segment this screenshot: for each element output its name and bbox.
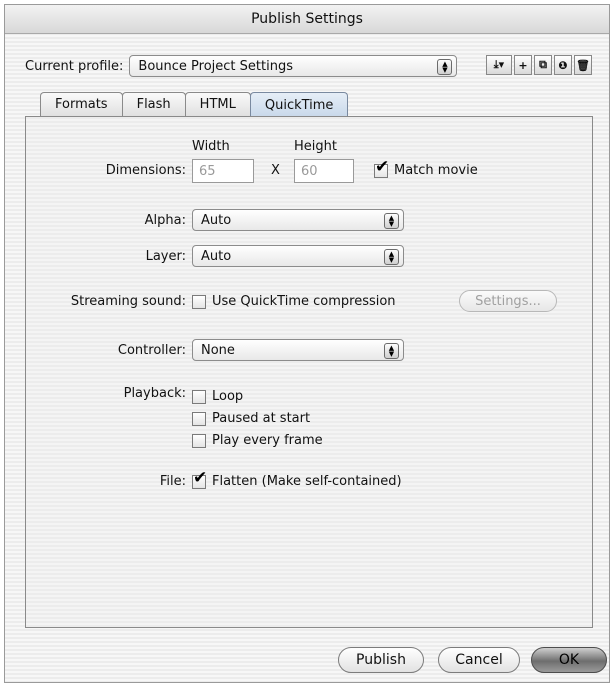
publish-settings-window: Publish Settings Current profile: Bounce… xyxy=(4,4,610,683)
layer-label: Layer: xyxy=(145,249,186,264)
window-title: Publish Settings xyxy=(251,11,363,27)
file-label: File: xyxy=(159,474,186,489)
match-movie-checkbox[interactable]: ✔ xyxy=(374,156,390,178)
tab-flash[interactable]: Flash xyxy=(121,92,186,116)
import-export-icon[interactable]: ⤓▾ xyxy=(486,55,512,75)
quicktime-compression-row[interactable]: Use QuickTime compression xyxy=(192,294,396,309)
streaming-sound-label: Streaming sound: xyxy=(70,294,186,309)
layer-select[interactable]: Auto ▲ ▼ xyxy=(192,245,404,267)
dimension-separator: X xyxy=(271,163,280,178)
paused-at-start-label: Paused at start xyxy=(212,411,311,426)
layer-value: Auto xyxy=(201,248,232,264)
tab-html[interactable]: HTML xyxy=(184,92,251,116)
width-header: Width xyxy=(192,139,230,154)
checkmark-icon: ✔ xyxy=(193,467,208,488)
title-bar: Publish Settings xyxy=(5,5,609,34)
match-movie-row[interactable]: ✔ Match movie xyxy=(374,156,478,178)
trash-icon[interactable]: 🗑 xyxy=(574,55,592,75)
popup-arrows-icon: ▲ ▼ xyxy=(384,249,399,265)
quicktime-panel: Width Height Dimensions: 65 X 60 ✔ Match… xyxy=(25,116,593,628)
paused-at-start-row[interactable]: Paused at start xyxy=(192,411,310,426)
loop-checkbox[interactable] xyxy=(192,389,206,404)
controller-label: Controller: xyxy=(117,343,186,358)
quicktime-compression-label: Use QuickTime compression xyxy=(212,294,396,309)
match-movie-label: Match movie xyxy=(394,163,478,178)
tab-bar: Formats Flash HTML QuickTime xyxy=(40,92,349,117)
play-every-frame-row[interactable]: Play every frame xyxy=(192,433,323,448)
paused-at-start-checkbox[interactable] xyxy=(192,411,206,426)
checkmark-icon: ✔ xyxy=(375,156,390,177)
ok-button[interactable]: OK xyxy=(531,647,607,673)
alpha-select[interactable]: Auto ▲ ▼ xyxy=(192,209,404,231)
tab-quicktime[interactable]: QuickTime xyxy=(249,92,349,117)
play-every-frame-checkbox[interactable] xyxy=(192,433,206,448)
controller-value: None xyxy=(201,342,235,358)
add-profile-icon[interactable]: + xyxy=(514,55,532,75)
profile-select[interactable]: Bounce Project Settings ▲ ▼ xyxy=(129,55,458,77)
dimensions-label: Dimensions: xyxy=(105,163,186,178)
play-every-frame-label: Play every frame xyxy=(212,433,323,448)
loop-row[interactable]: Loop xyxy=(192,389,243,404)
width-field[interactable]: 65 xyxy=(192,159,254,183)
quicktime-compression-checkbox[interactable] xyxy=(192,294,206,309)
height-header: Height xyxy=(294,139,337,154)
playback-label: Playback: xyxy=(123,386,186,401)
info-icon[interactable]: ❶ xyxy=(554,55,572,75)
controller-select[interactable]: None ▲ ▼ xyxy=(192,339,404,361)
width-value: 65 xyxy=(199,163,216,179)
height-value: 60 xyxy=(301,163,318,179)
popup-arrows-icon: ▲ ▼ xyxy=(384,213,399,229)
profile-value: Bounce Project Settings xyxy=(138,58,293,74)
popup-arrows-icon: ▲ ▼ xyxy=(384,343,399,359)
loop-label: Loop xyxy=(212,389,244,404)
profile-row: Current profile: Bounce Project Settings… xyxy=(25,53,458,79)
profile-toolbar: ⤓▾ + ⧉ ❶ 🗑 xyxy=(486,55,592,77)
alpha-label: Alpha: xyxy=(144,213,186,228)
settings-button[interactable]: Settings... xyxy=(459,290,557,312)
flatten-row[interactable]: ✔ Flatten (Make self-contained) xyxy=(192,467,402,489)
alpha-value: Auto xyxy=(201,212,232,228)
tab-formats[interactable]: Formats xyxy=(40,92,123,116)
publish-button[interactable]: Publish xyxy=(338,647,424,673)
profile-label: Current profile: xyxy=(25,58,124,74)
duplicate-icon[interactable]: ⧉ xyxy=(534,55,552,75)
flatten-label: Flatten (Make self-contained) xyxy=(212,474,402,489)
popup-arrows-icon: ▲ ▼ xyxy=(437,59,453,75)
cancel-button[interactable]: Cancel xyxy=(438,647,520,673)
flatten-checkbox[interactable]: ✔ xyxy=(192,467,208,489)
height-field[interactable]: 60 xyxy=(294,159,354,183)
